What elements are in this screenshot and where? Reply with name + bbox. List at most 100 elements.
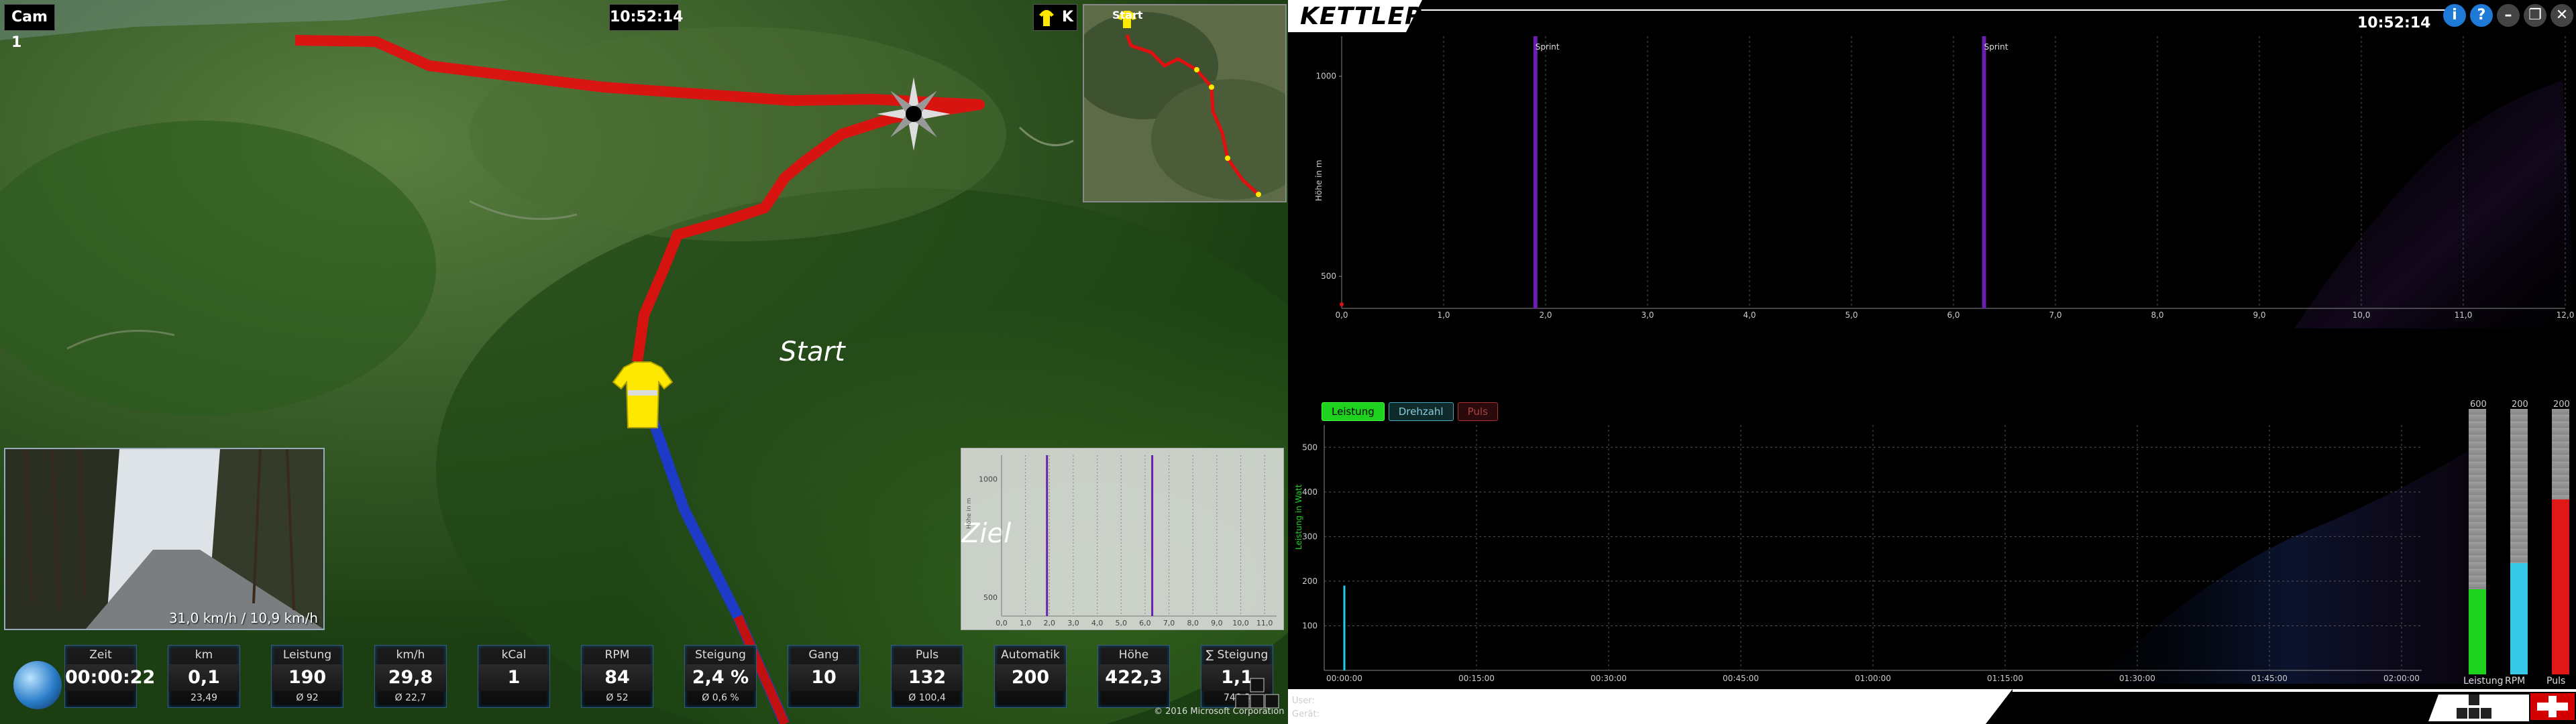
sprint-marker	[1533, 36, 1538, 308]
gauge-fill	[2510, 562, 2528, 674]
info-button[interactable]: i	[2443, 4, 2466, 27]
overlay-x-tick: 2,0	[1044, 619, 1056, 627]
route-minimap[interactable]: Start	[1083, 4, 1287, 202]
power-y-tick: 500	[1302, 442, 1318, 452]
tile-average: Ø 92	[296, 692, 319, 703]
power-chart: Leistung in Watt 50040030020010000:00:00…	[1294, 425, 2482, 684]
tile-label: Leistung	[282, 648, 332, 662]
tile-label: Zeit	[89, 648, 112, 662]
tile-label: RPM	[604, 648, 630, 662]
overlay-y-tick: 500	[983, 593, 998, 602]
tile-average: 23,49	[190, 692, 218, 703]
left-stat-tile-0: Zeit 00:00:22	[64, 645, 155, 708]
gauge-fill	[2552, 499, 2569, 674]
elevation-x-tick: 6,0	[1947, 310, 1960, 320]
top-divider	[1415, 9, 2449, 11]
overlay-sprint-marker	[1151, 455, 1154, 616]
power-y-tick: 300	[1302, 532, 1318, 541]
overlay-sprint-marker	[1046, 455, 1049, 616]
gauge-puls	[2552, 409, 2569, 674]
power-x-tick: 00:00:00	[1326, 674, 1362, 683]
tile-average: Ø 100,4	[908, 692, 946, 703]
overlay-x-tick: 6,0	[1139, 619, 1151, 627]
tile-value: 132	[892, 664, 963, 691]
3d-route-view[interactable]: Cam 1 10:52:14 K Start Start 31,0 km/h /…	[0, 0, 1288, 724]
elevation-x-tick: 2,0	[1539, 310, 1552, 320]
overlay-x-tick: 7,0	[1163, 619, 1175, 627]
view-nav-icon[interactable]	[2449, 693, 2516, 721]
power-y-tick: 400	[1302, 487, 1318, 497]
tile-value: 2,4 %	[685, 664, 756, 691]
overlay-chart-svg: Ziel Höhe in m 0,0 1,0 2,0 3,0 4,0 5,0 6,0 7,0 8…	[961, 455, 1277, 627]
tile-average: Ø 0,6 %	[702, 692, 739, 703]
elevation-x-tick: 9,0	[2253, 310, 2265, 320]
minimize-button[interactable]: –	[2497, 4, 2520, 27]
elevation-x-tick: 3,0	[1641, 310, 1654, 320]
user-badge[interactable]: K	[1033, 4, 1077, 31]
minimap-render: Start	[1084, 5, 1285, 201]
route-video-preview[interactable]: 31,0 km/h / 10,9 km/h	[4, 448, 325, 630]
power-x-tick: 01:15:00	[1987, 674, 2023, 683]
elevation-x-tick: 8,0	[2151, 310, 2163, 320]
left-stat-tile-4: kCal 1	[478, 645, 550, 708]
left-stat-tile-7: Gang 10	[788, 645, 860, 708]
tile-value: 10	[788, 664, 859, 691]
camera-nav-icon[interactable]	[1234, 677, 1281, 711]
help-button[interactable]: ?	[2470, 4, 2493, 27]
power-y-tick: 100	[1302, 621, 1318, 630]
elevation-ylabel: Höhe in m	[1314, 160, 1324, 201]
training-dashboard: KETTLER 10:52:14 i? – ❐ ✕ Höhe in m 0,0 1,0 2…	[1288, 0, 2576, 724]
tile-value: 84	[582, 664, 653, 691]
power-x-tick: 01:00:00	[1855, 674, 1891, 683]
tile-label: kCal	[501, 648, 527, 662]
camera-selector[interactable]: Cam 1	[4, 4, 55, 51]
tile-label: km	[195, 648, 213, 662]
tile-value: 422,3	[1098, 664, 1169, 691]
user-initial: K	[1062, 9, 1074, 25]
gauge-label: Leistung	[2463, 676, 2504, 686]
gauge-max-label: 600	[2470, 400, 2487, 410]
close-button[interactable]: ✕	[2551, 4, 2573, 27]
start-marker-label: Start	[780, 337, 845, 367]
overlay-x-tick: 4,0	[1091, 619, 1104, 627]
overlay-x-tick: 9,0	[1211, 619, 1223, 627]
elevation-x-tick: 4,0	[1743, 310, 1756, 320]
tile-value: 200	[995, 664, 1066, 691]
left-stat-tile-8: Puls 132 Ø 100,4	[891, 645, 963, 708]
user-info: User: J K Gerät: Ergometer	[1292, 695, 1374, 721]
device-name: Ergometer	[1322, 709, 1375, 719]
gauge-label: Puls	[2546, 676, 2566, 686]
power-x-tick: 00:30:00	[1591, 674, 1627, 683]
tile-value: 1	[478, 664, 549, 691]
power-y-tick: 200	[1302, 577, 1318, 586]
left-stat-tile-3: km/h 29,8 Ø 22,7	[374, 645, 447, 708]
overlay-x-tick: 8,0	[1187, 619, 1199, 627]
power-x-tick: 00:15:00	[1458, 674, 1495, 683]
elevation-x-tick: 12,0	[2557, 310, 2575, 320]
gauge-max-label: 200	[2512, 400, 2528, 410]
elevation-x-tick: 7,0	[2049, 310, 2061, 320]
clock-display: 10:52:14	[609, 4, 683, 31]
elevation-x-tick: 5,0	[1845, 310, 1858, 320]
overlay-y-tick: 1000	[979, 475, 998, 483]
tile-label: ∑ Steigung	[1205, 648, 1269, 662]
power-x-tick: 00:45:00	[1723, 674, 1759, 683]
power-x-tick: 02:00:00	[2383, 674, 2420, 683]
power-x-tick: 01:30:00	[2119, 674, 2155, 683]
gauge-label: RPM	[2505, 676, 2526, 686]
left-stat-tile-9: Automatik 200	[994, 645, 1067, 708]
jersey-icon	[1039, 10, 1054, 26]
elevation-x-tick: 0,0	[1335, 310, 1348, 320]
kettler-logo: KETTLER	[1300, 3, 1424, 30]
globe-icon[interactable]	[13, 661, 62, 709]
restore-button[interactable]: ❐	[2524, 4, 2546, 27]
app-window: Cam 1 10:52:14 K Start Start 31,0 km/h /…	[0, 0, 2576, 724]
minimap-start-label: Start	[1112, 9, 1143, 21]
elevation-x-tick: 10,0	[2353, 310, 2371, 320]
left-stat-tile-10: Höhe 422,3	[1097, 645, 1170, 708]
record-button[interactable]	[2530, 693, 2575, 720]
bottom-bar	[1288, 689, 2576, 724]
tile-label: Steigung	[695, 648, 746, 662]
overlay-chart-ylabel: Höhe in m	[966, 498, 973, 529]
overlay-x-tick: 3,0	[1067, 619, 1079, 627]
